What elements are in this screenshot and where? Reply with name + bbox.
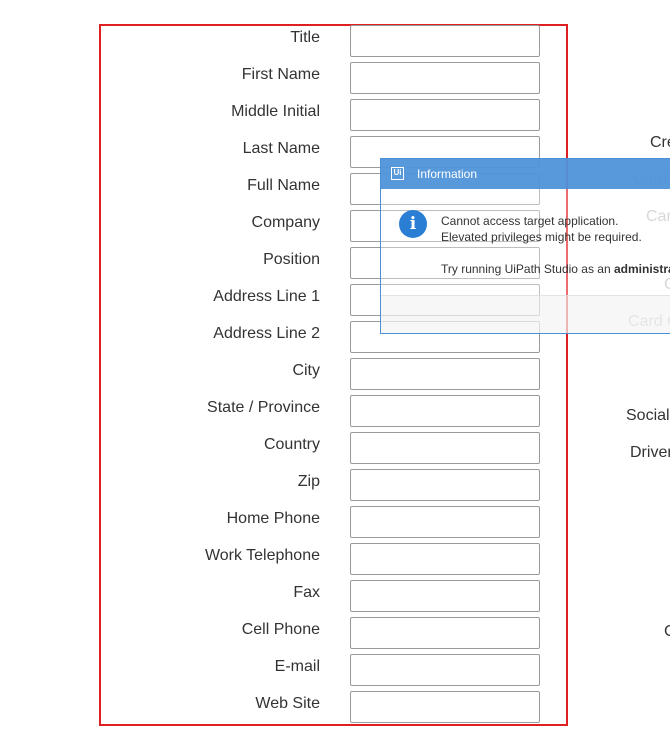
e-mail-input[interactable] [350,654,540,686]
fax-input[interactable] [350,580,540,612]
label-company: Company [251,214,320,231]
label-work-telephone: Work Telephone [204,547,320,564]
right-label-7: Driver [630,444,670,461]
label-state-province: State / Province [207,399,320,416]
label-cell-phone: Cell Phone [241,621,320,638]
dialog-footer [381,295,670,333]
label-middle-initial: Middle Initial [231,103,320,120]
web-site-input[interactable] [350,691,540,723]
zip-input[interactable] [350,469,540,501]
label-address-line-2: Address Line 2 [213,325,320,342]
cell-phone-input[interactable] [350,617,540,649]
label-zip: Zip [297,473,320,490]
right-label-6: Social [626,407,670,424]
middle-initial-input[interactable] [350,99,540,131]
first-name-input[interactable] [350,62,540,94]
label-position: Position [263,251,320,268]
dialog-title: Information [417,167,478,181]
state-province-input[interactable] [350,395,540,427]
right-label-1: Cre [650,134,670,151]
dialog-message-line-2: Elevated privileges might be required. [441,230,642,244]
dialog-message-line-1: Cannot access target application. [441,214,619,228]
city-input[interactable] [350,358,540,390]
label-title: Title [290,29,320,46]
dialog-message-line-3-text: Try running UiPath Studio as an [441,262,614,276]
country-input[interactable] [350,432,540,464]
uipath-logo-icon: Ui [391,167,404,180]
info-icon: i [399,210,427,238]
work-telephone-input[interactable] [350,543,540,575]
label-city: City [292,362,320,379]
label-country: Country [263,436,320,453]
label-web-site: Web Site [255,695,320,712]
label-full-name: Full Name [247,177,320,194]
label-first-name: First Name [241,66,320,83]
label-last-name: Last Name [242,140,320,157]
dialog-message-line-3: Try running UiPath Studio as an administ… [441,262,670,276]
right-label-8: C [664,623,670,640]
dialog-message-line-3-bold: administrat [613,262,670,276]
label-home-phone: Home Phone [226,510,320,527]
label-address-line-1: Address Line 1 [213,288,320,305]
label-fax: Fax [293,584,320,601]
title-input[interactable] [350,25,540,57]
dialog-titlebar[interactable]: Ui Information [381,159,670,189]
label-e-mail: E-mail [274,658,320,675]
information-dialog: Ui Information i Cannot access target ap… [380,158,670,334]
home-phone-input[interactable] [350,506,540,538]
